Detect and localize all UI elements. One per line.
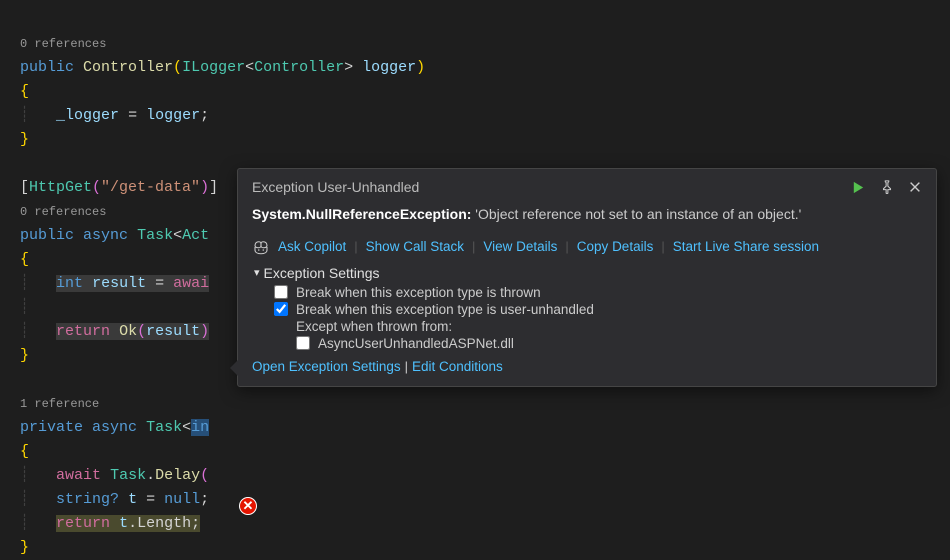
var: result — [146, 323, 200, 340]
prop: Length — [137, 515, 191, 532]
kw: in — [191, 419, 209, 436]
chevron-down-icon: ▾ — [254, 266, 260, 279]
pin-icon[interactable] — [880, 180, 894, 194]
view-details-link[interactable]: View Details — [483, 239, 557, 254]
break-when-unhandled-row[interactable]: Break when this exception type is user-u… — [274, 302, 922, 317]
copilot-icon — [252, 239, 270, 255]
start-live-share-link[interactable]: Start Live Share session — [673, 239, 819, 254]
kw: private — [20, 419, 83, 436]
popup-pointer — [230, 360, 238, 376]
var: t — [119, 515, 128, 532]
exception-type: System.NullReferenceException: — [252, 206, 471, 222]
break-when-thrown-checkbox[interactable] — [274, 285, 288, 299]
exception-popup: Exception User-Unhandled System.NullRefe… — [237, 168, 937, 387]
except-dll-row[interactable]: AsyncUserUnhandledASPNet.dll — [296, 336, 922, 351]
open-exception-settings-link[interactable]: Open Exception Settings — [252, 359, 401, 374]
codelens-refs[interactable]: 1 reference — [20, 397, 99, 411]
var: logger — [146, 107, 200, 124]
type: Controller — [254, 59, 344, 76]
edit-conditions-link[interactable]: Edit Conditions — [412, 359, 503, 374]
kw: await — [56, 467, 101, 484]
break-when-unhandled-checkbox[interactable] — [274, 302, 288, 316]
kw: string? — [56, 491, 119, 508]
field: _logger — [56, 107, 119, 124]
continue-icon[interactable] — [851, 180, 866, 195]
codelens-refs[interactable]: 0 references — [20, 37, 106, 51]
kw: awai — [173, 275, 209, 292]
exception-text: 'Object reference not set to an instance… — [475, 206, 801, 222]
param: logger — [362, 59, 416, 76]
type: Task — [137, 227, 173, 244]
copy-details-link[interactable]: Copy Details — [577, 239, 654, 254]
close-icon[interactable] — [908, 180, 922, 194]
type: Task — [110, 467, 146, 484]
except-dll-label: AsyncUserUnhandledASPNet.dll — [318, 336, 514, 351]
kw: async — [92, 419, 137, 436]
type: Task — [146, 419, 182, 436]
exception-settings-toggle[interactable]: ▾ Exception Settings — [254, 265, 922, 281]
popup-title: Exception User-Unhandled — [252, 179, 419, 195]
except-dll-checkbox[interactable] — [296, 336, 310, 350]
break-when-thrown-label: Break when this exception type is thrown — [296, 285, 541, 300]
kw: public — [20, 59, 74, 76]
error-glyph-icon[interactable]: ✕ — [239, 497, 257, 515]
ctor-name: Controller — [83, 59, 173, 76]
kw: public — [20, 227, 74, 244]
method: Ok — [119, 323, 137, 340]
except-when-label: Except when thrown from: — [296, 319, 922, 334]
var: result — [92, 275, 146, 292]
codelens-refs[interactable]: 0 references — [20, 205, 106, 219]
kw: return — [56, 323, 110, 340]
show-call-stack-link[interactable]: Show Call Stack — [366, 239, 464, 254]
kw: return — [56, 515, 110, 532]
type: ILogger — [182, 59, 245, 76]
kw: int — [56, 275, 83, 292]
method: Delay — [155, 467, 200, 484]
type: Act — [182, 227, 209, 244]
break-when-thrown-row[interactable]: Break when this exception type is thrown — [274, 285, 922, 300]
break-when-unhandled-label: Break when this exception type is user-u… — [296, 302, 594, 317]
exception-message: System.NullReferenceException: 'Object r… — [252, 205, 922, 225]
var: t — [128, 491, 137, 508]
kw: null — [164, 491, 200, 508]
kw: async — [83, 227, 128, 244]
settings-header-label: Exception Settings — [264, 265, 380, 281]
ask-copilot-link[interactable]: Ask Copilot — [278, 239, 346, 254]
